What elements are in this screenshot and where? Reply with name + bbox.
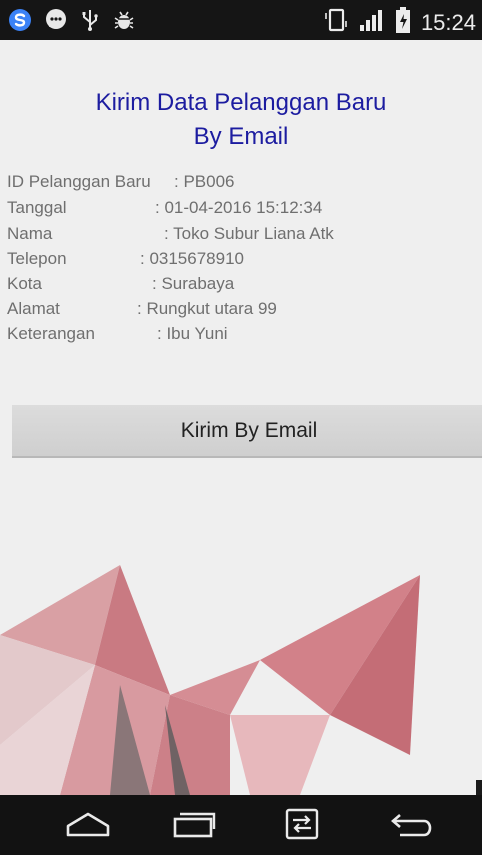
watermark-logo: [0, 565, 482, 795]
page-title-line-2: By Email: [193, 123, 289, 150]
status-bar: 15:24: [0, 0, 482, 40]
field-label-alamat: Alamat: [7, 299, 60, 318]
s-circle-icon: [8, 8, 32, 37]
clock-time: 15:24: [420, 9, 476, 35]
recent-apps-button[interactable]: [164, 805, 224, 847]
vibrate-icon: [323, 7, 349, 38]
field-value-id: : PB006: [174, 172, 235, 191]
field-label-tanggal: Tanggal: [7, 198, 67, 217]
field-value-nama: : Toko Subur Liana Atk: [164, 224, 334, 243]
field-value-keterangan: : Ibu Yuni: [157, 324, 228, 343]
scroll-edge: [476, 780, 482, 795]
field-value-telepon: : 0315678910: [140, 249, 244, 268]
back-button[interactable]: [382, 805, 442, 847]
field-label-kota: Kota: [7, 274, 42, 293]
android-debug-icon: [112, 8, 136, 37]
usb-icon: [80, 8, 100, 37]
field-label-id: ID Pelanggan Baru: [7, 172, 151, 191]
notification-icons: [8, 8, 136, 37]
home-button[interactable]: [58, 805, 118, 847]
home-icon: [65, 810, 111, 843]
field-label-telepon: Telepon: [7, 249, 67, 268]
send-by-email-button[interactable]: Kirim By Email: [12, 405, 482, 458]
field-value-tanggal: : 01-04-2016 15:12:34: [155, 198, 323, 217]
system-icons: 15:24: [323, 6, 476, 39]
dual-window-button[interactable]: [272, 805, 332, 847]
field-value-alamat: : Rungkut utara 99: [137, 299, 277, 318]
battery-charging-icon: [395, 6, 411, 39]
chat-bubble-icon: [44, 8, 68, 37]
field-label-keterangan: Keterangan: [7, 324, 95, 343]
recent-apps-icon: [172, 809, 216, 844]
app-screen: Kirim Data Pelanggan Baru By Email ID Pe…: [0, 40, 482, 795]
field-label-nama: Nama: [7, 224, 53, 243]
page-title-line-1: Kirim Data Pelanggan Baru: [95, 89, 387, 116]
navigation-bar: [0, 795, 482, 855]
field-value-kota: : Surabaya: [152, 274, 235, 293]
signal-icon: [359, 7, 385, 38]
back-icon: [388, 809, 436, 844]
dual-window-icon: [280, 808, 324, 845]
